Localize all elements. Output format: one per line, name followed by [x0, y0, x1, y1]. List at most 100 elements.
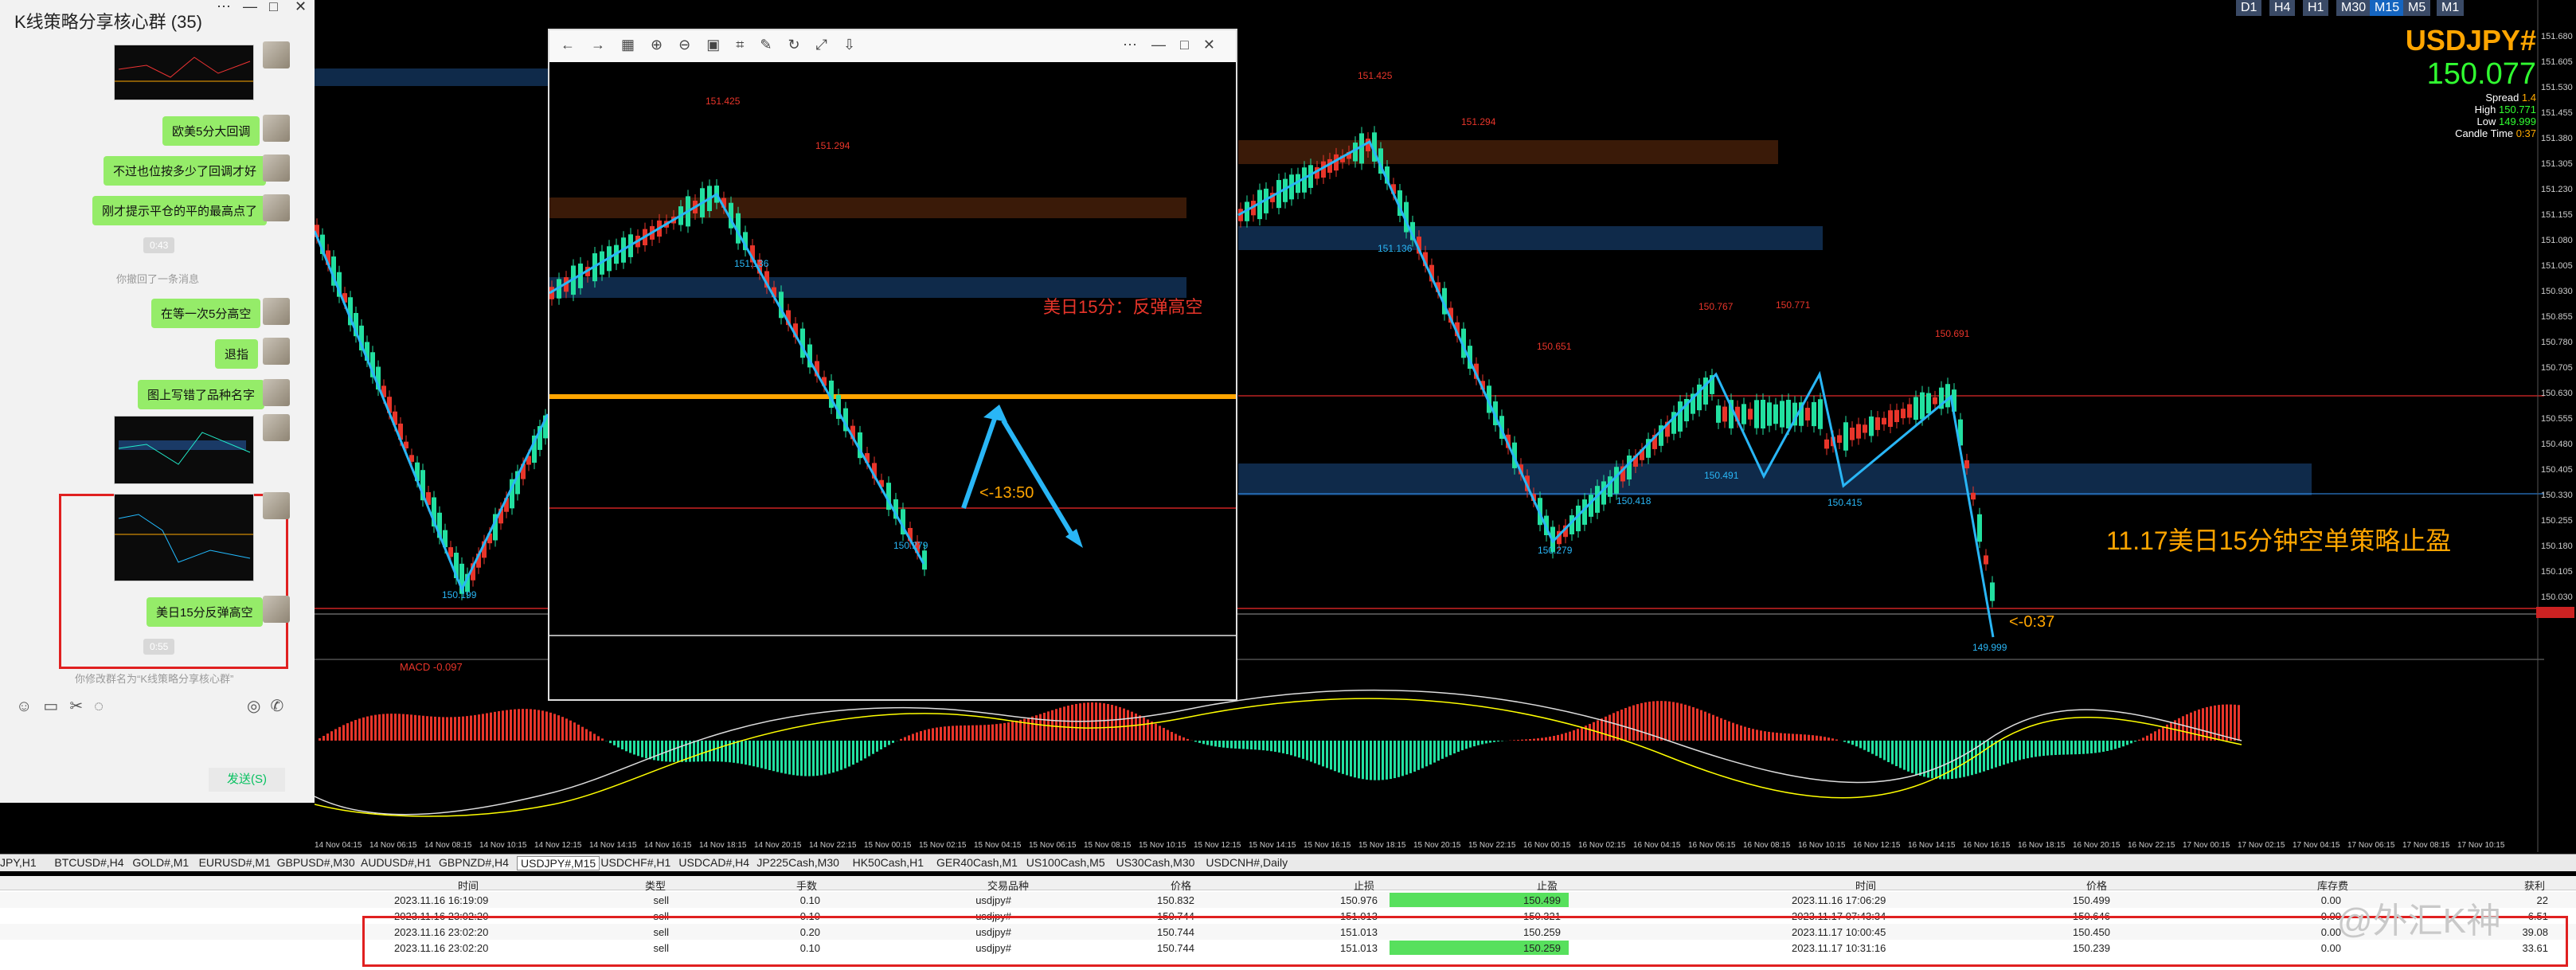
pin-icon[interactable]: ⋯ [217, 0, 231, 15]
chart-tab[interactable]: USDCAD#,H4 [678, 856, 749, 869]
call-icon[interactable]: ✆ [270, 698, 293, 715]
chart-tab[interactable]: US30Cash,M30 [1116, 856, 1195, 869]
column-header[interactable]: 时间 [458, 878, 479, 893]
time-axis-tick: 15 Nov 16:15 [1304, 841, 1351, 850]
chart-tab[interactable]: JP225Cash,M30 [756, 856, 839, 869]
column-header[interactable]: 获利 [2524, 878, 2545, 893]
price-axis-tick: 151.305 [2541, 159, 2573, 169]
chart-popup-window[interactable]: ←→▦⊕⊖▣⌗✎↻⤢⇩ ⋯—□✕ 151.425 151.294 151.136… [548, 29, 1237, 701]
avatar[interactable] [263, 41, 290, 68]
maximize-icon[interactable]: □ [1180, 37, 1203, 53]
forward-icon[interactable]: → [591, 37, 621, 53]
chart-tab[interactable]: GOLD#,M1 [132, 856, 189, 869]
avatar[interactable] [263, 338, 290, 365]
chat-message[interactable]: 图上写错了品种名字 [138, 380, 265, 409]
chat-image-thumb[interactable] [114, 45, 254, 100]
chart-tab[interactable]: AUDUSD#,H1 [361, 856, 432, 869]
send-button[interactable]: 发送(S) [209, 768, 285, 792]
chart-tab[interactable]: GBPUSD#,M30 [277, 856, 355, 869]
column-header[interactable]: 价格 [1171, 878, 1191, 893]
column-header[interactable]: 止盈 [1537, 878, 1558, 893]
timeframe-button[interactable]: M5 [2403, 0, 2431, 16]
crop-icon[interactable]: ⌗ [736, 37, 760, 53]
table-row[interactable] [0, 892, 2576, 908]
column-header[interactable]: 止损 [1354, 878, 1374, 893]
avatar[interactable] [263, 379, 290, 406]
avatar[interactable] [263, 298, 290, 325]
back-icon[interactable]: ← [561, 37, 591, 53]
fit-icon[interactable]: ▣ [706, 37, 736, 53]
price-label: 149.999 [1972, 642, 2007, 653]
save-icon[interactable]: ⇩ [843, 37, 871, 53]
column-header[interactable]: 手数 [796, 878, 817, 893]
edit-icon[interactable]: ✎ [760, 37, 788, 53]
emoji-icon[interactable]: ☺ [16, 698, 43, 715]
avatar[interactable] [263, 115, 290, 142]
close-icon[interactable]: ✕ [1203, 37, 1229, 53]
voice-icon[interactable]: ◎ [247, 698, 270, 715]
chart-tab[interactable]: JPY,H1 [0, 856, 37, 869]
grid-icon[interactable]: ▦ [621, 37, 651, 53]
minimize-icon[interactable]: — [1151, 37, 1180, 53]
time-axis-tick: 17 Nov 04:15 [2293, 841, 2340, 850]
avatar[interactable] [263, 154, 290, 182]
column-header[interactable]: 时间 [1855, 878, 1876, 893]
chat-history-icon[interactable]: ◌ [94, 698, 115, 715]
maximize-icon[interactable]: □ [269, 0, 278, 15]
chart-tab[interactable]: HK50Cash,H1 [853, 856, 924, 869]
price-axis-tick: 150.180 [2541, 542, 2573, 551]
avatar[interactable] [263, 492, 290, 519]
chat-image-thumb[interactable] [114, 494, 254, 581]
time-axis-tick: 15 Nov 22:15 [1468, 841, 1516, 850]
column-header[interactable]: 库存费 [2317, 878, 2348, 893]
chart-tab[interactable]: EURUSD#,M1 [199, 856, 271, 869]
chat-message[interactable]: 美日15分反弹高空 [147, 597, 263, 627]
time-axis-tick: 16 Nov 06:15 [1688, 841, 1736, 850]
chat-image-thumb[interactable] [114, 416, 254, 484]
chat-message[interactable]: 不过也位按多少了回调才好 [104, 156, 267, 186]
table-cell: 2023.11.16 16:19:09 [394, 894, 489, 906]
time-axis-tick: 17 Nov 08:15 [2402, 841, 2450, 850]
chart-tab[interactable]: GER40Cash,M1 [936, 856, 1018, 869]
candle-time-label: Candle Time [2455, 127, 2514, 139]
countdown-timer: <-0:37 [2009, 613, 2055, 631]
chart-tab[interactable]: USDCHF#,H1 [600, 856, 670, 869]
timeframe-button[interactable]: D1 [2236, 0, 2262, 16]
chart-tab[interactable]: US100Cash,M5 [1026, 856, 1105, 869]
timeframe-button[interactable]: M1 [2437, 0, 2465, 16]
timeframe-button[interactable]: M30 [2336, 0, 2371, 16]
chat-message[interactable]: 在等一次5分高空 [151, 299, 261, 328]
watermark: @外汇K神 [2337, 902, 2502, 941]
folder-icon[interactable]: ▭ [43, 698, 69, 715]
price-axis-tick: 151.605 [2541, 57, 2573, 67]
avatar[interactable] [263, 194, 290, 221]
minimize-icon[interactable]: — [243, 0, 257, 15]
chat-title: K线策略分享核心群 (35) [14, 12, 202, 32]
rotate-icon[interactable]: ↻ [788, 37, 815, 53]
expand-icon[interactable]: ⤢ [816, 37, 843, 53]
chart-tab[interactable]: USDJPY#,M15 [517, 856, 600, 870]
avatar[interactable] [263, 414, 290, 441]
chart-tab[interactable]: BTCUSD#,H4 [54, 856, 123, 869]
chat-message[interactable]: 刚才提示平仓的平的最高点了 [92, 196, 268, 225]
column-header[interactable]: 价格 [2086, 878, 2107, 893]
close-icon[interactable]: ✕ [295, 0, 307, 15]
popup-note: 美日15分：反弹高空 [1043, 297, 1203, 317]
timeframe-button[interactable]: H4 [2269, 0, 2296, 16]
column-header[interactable]: 交易品种 [987, 878, 1029, 893]
time-axis-tick: 17 Nov 02:15 [2238, 841, 2285, 850]
zoom-out-icon[interactable]: ⊖ [678, 37, 706, 53]
column-header[interactable]: 类型 [645, 878, 666, 893]
avatar[interactable] [263, 596, 290, 623]
chart-tab[interactable]: USDCNH#,Daily [1206, 856, 1288, 869]
timeframe-button[interactable]: H1 [2303, 0, 2329, 16]
zoom-in-icon[interactable]: ⊕ [651, 37, 678, 53]
timeframe-button[interactable]: M15 [2370, 0, 2405, 16]
more-icon[interactable]: ⋯ [1123, 37, 1151, 53]
macd-label: MACD -0.097 [400, 661, 463, 673]
scissors-icon[interactable]: ✂ [69, 698, 94, 715]
table-cell: 0.00 [2320, 894, 2341, 906]
chat-message[interactable]: 欧美5分大回调 [162, 116, 260, 146]
chart-tab[interactable]: GBPNZD#,H4 [439, 856, 509, 869]
chat-message[interactable]: 退指 [215, 339, 259, 369]
